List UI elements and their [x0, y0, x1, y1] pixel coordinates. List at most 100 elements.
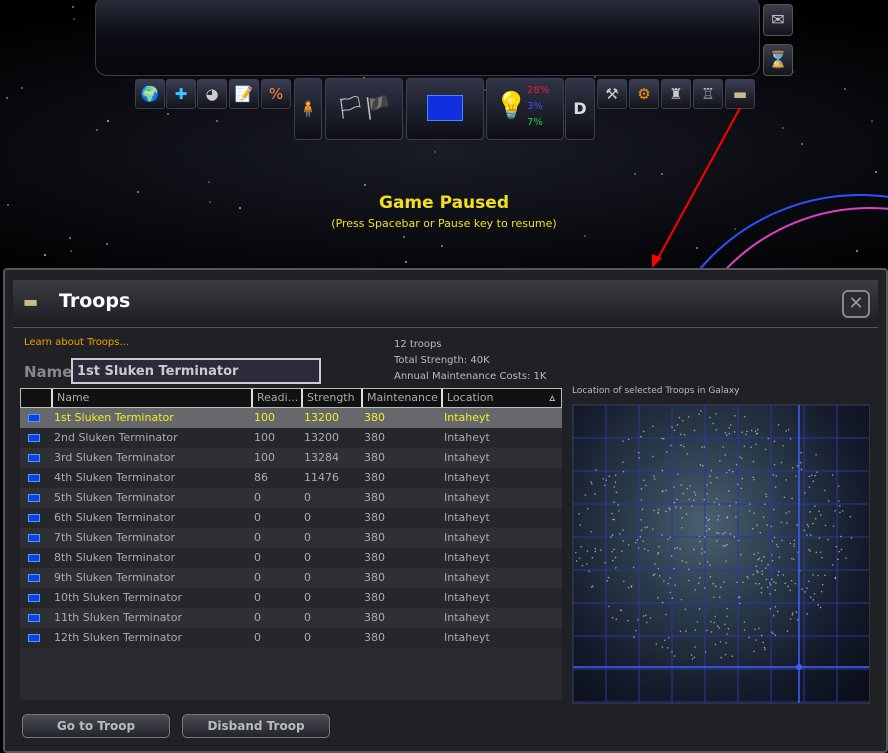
troop-location: Intaheyt	[444, 511, 490, 524]
map-star	[770, 554, 773, 556]
map-star	[757, 571, 759, 574]
column-strength[interactable]: Strength	[301, 389, 361, 407]
map-star	[756, 524, 758, 527]
map-star	[681, 419, 684, 422]
map-star	[588, 570, 591, 573]
disband-troop-button[interactable]: Disband Troop	[182, 714, 330, 738]
map-star	[685, 630, 687, 632]
map-star	[746, 575, 748, 578]
map-star	[729, 532, 732, 535]
map-star	[585, 563, 588, 565]
empire-flag-icon	[28, 474, 40, 482]
troop-name-input[interactable]	[71, 358, 321, 384]
map-star	[814, 474, 816, 477]
column-name[interactable]: Name	[51, 389, 251, 407]
map-star	[680, 484, 683, 486]
troop-name: 9th Sluken Terminator	[54, 571, 175, 584]
map-star	[839, 511, 841, 514]
map-star	[584, 494, 587, 496]
table-row[interactable]: 2nd Sluken Terminator 100 13200 380 Inta…	[20, 428, 562, 448]
map-star	[812, 573, 814, 576]
map-star	[809, 596, 812, 599]
table-row[interactable]: 9th Sluken Terminator 0 0 380 Intaheyt	[20, 568, 562, 588]
column-maintenance[interactable]: Maintenance	[361, 389, 441, 407]
map-star	[755, 433, 758, 435]
map-star	[778, 556, 781, 559]
map-star	[652, 425, 654, 428]
map-star	[676, 546, 679, 549]
troop-maintenance: 380	[364, 411, 385, 424]
troop-location: Intaheyt	[444, 631, 490, 644]
map-star	[620, 609, 623, 612]
table-row[interactable]: 7th Sluken Terminator 0 0 380 Intaheyt	[20, 528, 562, 548]
map-star	[590, 586, 593, 588]
map-star	[683, 433, 686, 436]
map-star	[653, 478, 656, 480]
map-star	[809, 550, 811, 552]
table-row[interactable]: 4th Sluken Terminator 86 11476 380 Intah…	[20, 468, 562, 488]
troop-readiness: 0	[254, 551, 261, 564]
map-star	[819, 606, 822, 609]
map-star	[818, 537, 821, 539]
map-star	[644, 526, 646, 529]
map-star	[586, 550, 589, 552]
map-star	[824, 489, 826, 492]
map-star	[766, 586, 769, 589]
map-star	[785, 479, 788, 481]
map-star	[697, 582, 700, 584]
map-star	[614, 474, 617, 477]
map-star	[729, 424, 732, 426]
learn-about-link[interactable]: Learn about Troops...	[24, 337, 129, 348]
galaxy-minimap[interactable]	[572, 404, 870, 704]
map-star	[782, 574, 785, 576]
troop-maintenance: 380	[364, 591, 385, 604]
table-row[interactable]: 8th Sluken Terminator 0 0 380 Intaheyt	[20, 548, 562, 568]
troop-readiness: 100	[254, 431, 275, 444]
table-row[interactable]: 11th Sluken Terminator 0 0 380 Intaheyt	[20, 608, 562, 628]
map-star	[657, 508, 660, 511]
map-star	[668, 637, 670, 639]
troop-maintenance: 380	[364, 491, 385, 504]
map-star	[604, 484, 606, 487]
troop-maintenance: 380	[364, 631, 385, 644]
map-star	[733, 535, 736, 538]
map-star	[819, 551, 822, 553]
map-star	[819, 514, 822, 516]
map-star	[586, 507, 589, 510]
column-readiness[interactable]: Readi...	[251, 389, 301, 407]
map-star	[790, 580, 793, 582]
map-star	[689, 485, 692, 487]
go-to-troop-button[interactable]: Go to Troop	[22, 714, 170, 738]
troop-name: 2nd Sluken Terminator	[54, 431, 178, 444]
map-star	[630, 585, 633, 587]
table-row[interactable]: 10th Sluken Terminator 0 0 380 Intaheyt	[20, 588, 562, 608]
table-row[interactable]: 5th Sluken Terminator 0 0 380 Intaheyt	[20, 488, 562, 508]
map-star	[739, 602, 741, 605]
map-star	[812, 599, 815, 601]
map-star	[840, 535, 842, 538]
map-star	[637, 546, 640, 549]
troop-readiness: 86	[254, 471, 268, 484]
map-star	[724, 531, 726, 534]
map-star	[621, 550, 623, 553]
table-row[interactable]: 12th Sluken Terminator 0 0 380 Intaheyt	[20, 628, 562, 648]
map-star	[774, 606, 777, 608]
map-star	[612, 559, 614, 562]
map-star	[761, 573, 764, 575]
map-star	[747, 577, 749, 579]
table-row[interactable]: 3rd Sluken Terminator 100 13284 380 Inta…	[20, 448, 562, 468]
sort-ascending-icon: ▵	[549, 391, 555, 404]
close-button[interactable]: ✕	[842, 290, 870, 318]
map-star	[693, 656, 696, 659]
column-location[interactable]: Location ▵	[441, 389, 561, 407]
map-star	[673, 655, 676, 657]
map-star	[671, 651, 673, 653]
troop-readiness: 0	[254, 531, 261, 544]
table-row[interactable]: 1st Sluken Terminator 100 13200 380 Inta…	[20, 408, 562, 428]
map-star	[757, 558, 759, 561]
map-star	[653, 573, 656, 576]
map-star	[649, 616, 652, 619]
table-row[interactable]: 6th Sluken Terminator 0 0 380 Intaheyt	[20, 508, 562, 528]
map-star	[595, 469, 597, 471]
map-star	[769, 584, 772, 586]
